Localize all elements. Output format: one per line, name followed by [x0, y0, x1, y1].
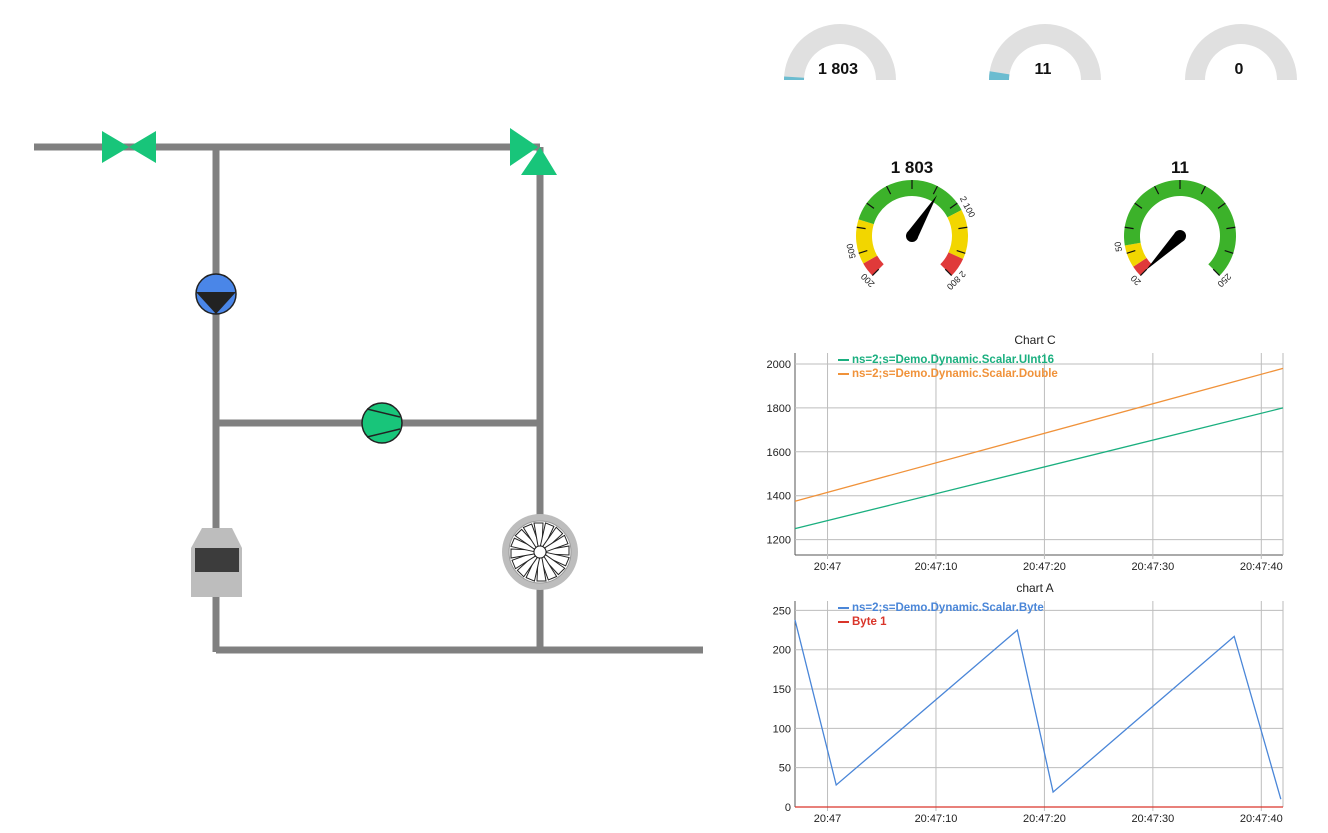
fan-icon[interactable] [502, 514, 578, 590]
filter-tank-icon[interactable] [191, 528, 242, 597]
butterfly-valve-icon[interactable] [102, 131, 156, 163]
legend-item[interactable]: ns=2;s=Demo.Dynamic.Scalar.Double [838, 367, 1058, 381]
series-line [794, 367, 1284, 502]
dial-gauge-1-value: 1 803 [890, 158, 934, 177]
process-diagram [34, 128, 703, 654]
pipe-network [34, 143, 703, 654]
gauge-hub [1174, 230, 1186, 242]
x-tick-label: 20:47:10 [915, 561, 958, 573]
legend-item[interactable]: Byte 1 [838, 615, 1044, 629]
fan-hub [533, 545, 547, 559]
y-tick-label: 0 [785, 802, 791, 814]
legend-swatch [838, 620, 849, 623]
y-tick-label: 1600 [767, 447, 791, 459]
x-tick-label: 20:47 [814, 813, 842, 825]
y-tick-label: 150 [773, 684, 791, 696]
gauge-label: 500 [845, 242, 858, 259]
green-pump-icon[interactable] [361, 402, 403, 444]
semi-gauge-1-value: 1 803 [817, 61, 859, 78]
y-tick-label: 1800 [767, 403, 791, 415]
chart-a: 0 50 100 150 200 250 20:47 20:47:10 20:47:20 20:4… [773, 601, 1284, 825]
x-tick-label: 20:47:10 [915, 813, 958, 825]
y-tick-label: 50 [779, 763, 791, 775]
y-tick-label: 2000 [767, 359, 791, 371]
series-line [794, 619, 1282, 800]
three-way-valve-icon[interactable] [510, 128, 557, 175]
x-tick-label: 20:47:30 [1131, 561, 1174, 573]
gauge-zone [858, 180, 962, 225]
y-tick-label: 1200 [767, 535, 791, 547]
semi-gauge-3-value: 0 [1234, 61, 1244, 78]
legend-label: ns=2;s=Demo.Dynamic.Scalar.Double [852, 368, 1058, 380]
y-tick-label: 100 [773, 723, 791, 735]
chart-a-legend: ns=2;s=Demo.Dynamic.Scalar.Byte Byte 1 [838, 601, 1044, 629]
gauge-hub [906, 230, 918, 242]
legend-label: ns=2;s=Demo.Dynamic.Scalar.Byte [852, 602, 1044, 614]
gauge-zone [947, 209, 968, 259]
legend-label: Byte 1 [852, 616, 887, 628]
gauge-label: 50 [1113, 241, 1125, 253]
dial-gauge-2-value: 11 [1171, 158, 1189, 177]
chart-c-legend: ns=2;s=Demo.Dynamic.Scalar.UInt16 ns=2;s… [838, 353, 1058, 381]
legend-label: ns=2;s=Demo.Dynamic.Scalar.UInt16 [852, 354, 1054, 366]
y-tick-label: 250 [773, 605, 791, 617]
dial-gauge-1: 2005002 1002 800 [845, 180, 977, 291]
x-tick-label: 20:47:20 [1023, 561, 1066, 573]
legend-swatch [838, 606, 849, 609]
chart-a-title: chart A [1016, 581, 1054, 595]
blue-pump-icon[interactable] [195, 273, 237, 315]
x-tick-label: 20:47:40 [1240, 813, 1283, 825]
y-tick-label: 200 [773, 645, 791, 657]
x-tick-label: 20:47:20 [1023, 813, 1066, 825]
y-tick-label: 1400 [767, 491, 791, 503]
gauge-zone [856, 219, 878, 264]
series-line [794, 407, 1284, 530]
x-tick-label: 20:47 [814, 561, 842, 573]
legend-swatch [838, 358, 849, 361]
x-tick-label: 20:47:30 [1131, 813, 1174, 825]
x-tick-label: 20:47:40 [1240, 561, 1283, 573]
legend-swatch [838, 372, 849, 375]
chart-c-title: Chart C [1014, 333, 1056, 347]
legend-item[interactable]: ns=2;s=Demo.Dynamic.Scalar.UInt16 [838, 353, 1058, 367]
semi-gauge-2-value: 11 [1034, 61, 1052, 78]
legend-item[interactable]: ns=2;s=Demo.Dynamic.Scalar.Byte [838, 601, 1044, 615]
chart-c: 1200 1400 1600 1800 2000 20:47 20:47:10 20:47:2… [767, 353, 1284, 573]
dial-gauge-2: 2050250 [1113, 180, 1236, 289]
